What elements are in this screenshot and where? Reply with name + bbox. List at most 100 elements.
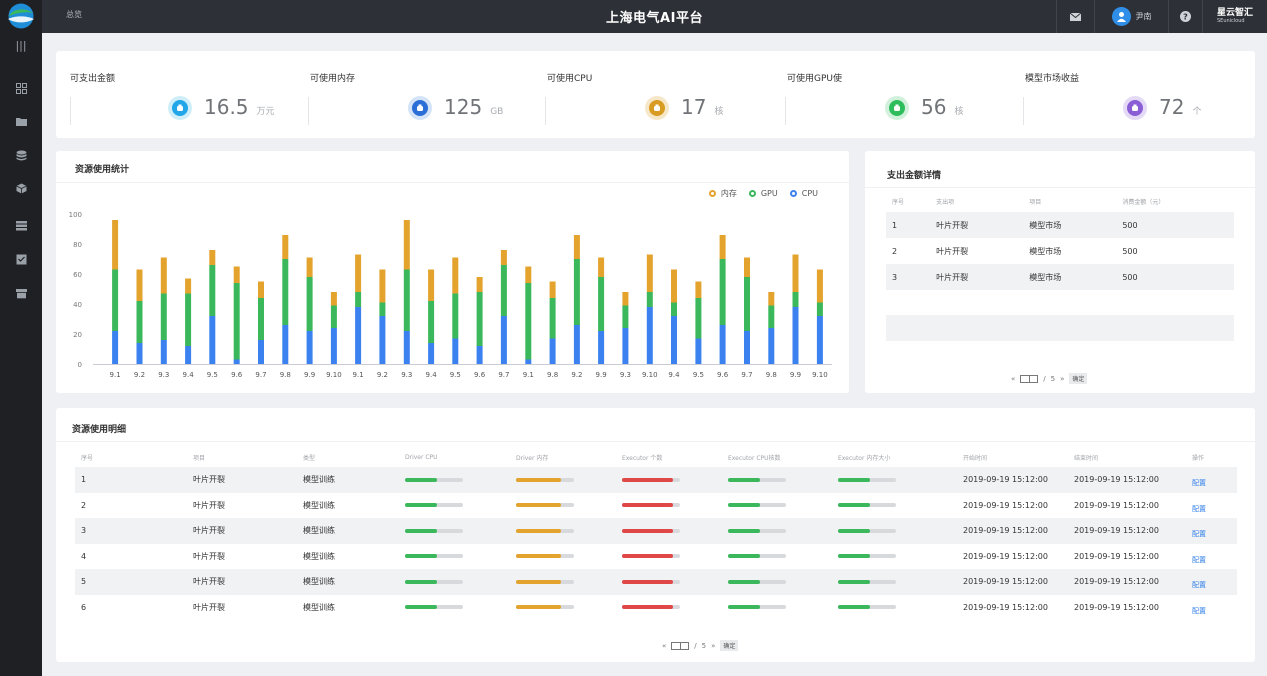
bar-CPU-19[interactable] [549,338,556,365]
bar-GPU-22[interactable] [622,305,629,329]
configure-link[interactable]: 配置 [1192,607,1206,615]
bar-CPU-25[interactable] [695,338,702,365]
bar-CPU-24[interactable] [671,316,677,364]
sidebar-item-database[interactable] [0,145,42,165]
table-row[interactable]: 4 叶片开裂 模型训练 2019-09-19 15:12:00 2019-09-19 1… [75,544,1237,570]
table-row[interactable]: 3 叶片开裂 模型训练 2019-09-19 15:12:00 2019-09-19 1… [75,518,1237,544]
sidebar-item-inbox[interactable] [0,249,42,269]
bar-GPU-21[interactable] [598,277,605,331]
bar-CPU-2[interactable] [136,343,143,364]
bar-GPU-7[interactable] [258,298,264,340]
bar-内存-10[interactable] [330,292,337,306]
sidebar-item-list[interactable] [0,215,42,235]
bar-CPU-16[interactable] [476,346,483,364]
table-row[interactable]: 3 叶片开裂 模型市场 500 [886,264,1234,290]
bar-内存-2[interactable] [136,269,143,302]
bar-GPU-15[interactable] [452,293,459,339]
bar-CPU-21[interactable] [598,331,605,364]
bar-GPU-16[interactable] [476,292,483,346]
bar-CPU-8[interactable] [282,325,289,364]
bar-CPU-12[interactable] [379,316,386,364]
bar-GPU-30[interactable] [816,302,823,317]
bar-内存-24[interactable] [671,269,677,303]
bar-内存-4[interactable] [185,278,192,294]
bar-GPU-17[interactable] [500,265,507,316]
bar-内存-16[interactable] [476,277,483,292]
bar-CPU-15[interactable] [452,338,459,365]
bar-CPU-20[interactable] [573,325,580,364]
bar-GPU-13[interactable] [403,269,410,332]
bar-内存-3[interactable] [160,257,167,294]
bar-GPU-23[interactable] [646,292,653,307]
table-row[interactable]: 2 叶片开裂 模型市场 500 [886,238,1234,264]
user-menu[interactable]: 尹南 [1094,0,1168,33]
bar-GPU-25[interactable] [695,298,702,339]
bar-CPU-27[interactable] [744,331,750,364]
help-button[interactable]: ? [1168,0,1202,33]
bar-CPU-22[interactable] [622,328,629,364]
bar-内存-12[interactable] [379,269,386,303]
confirm-page-button[interactable]: 确定 [720,640,739,651]
confirm-page-button[interactable]: 确定 [1069,373,1088,384]
bar-CPU-28[interactable] [768,328,775,364]
bar-CPU-18[interactable] [525,359,532,365]
menu-toggle-icon[interactable]: ||| [12,40,30,52]
bar-内存-23[interactable] [646,254,653,293]
bar-GPU-24[interactable] [671,302,677,317]
bar-GPU-5[interactable] [209,265,216,316]
bar-GPU-29[interactable] [792,292,799,307]
prev-page-button[interactable]: « [662,642,666,650]
bar-内存-25[interactable] [695,281,702,299]
bar-CPU-10[interactable] [330,328,337,364]
bar-GPU-9[interactable] [306,277,313,331]
bar-内存-28[interactable] [768,292,775,306]
bar-GPU-4[interactable] [185,293,192,347]
bar-内存-7[interactable] [258,281,264,299]
table-row[interactable]: 1 叶片开裂 模型市场 500 [886,212,1234,238]
table-row[interactable]: 2 叶片开裂 模型训练 2019-09-19 15:12:00 2019-09-19 1… [75,493,1237,519]
sidebar-item-folder[interactable] [0,111,42,131]
configure-link[interactable]: 配置 [1192,505,1206,513]
bar-GPU-28[interactable] [768,305,775,329]
bar-内存-8[interactable] [282,235,289,259]
bar-GPU-8[interactable] [282,259,289,325]
bar-GPU-3[interactable] [160,293,167,341]
bar-内存-30[interactable] [816,269,823,303]
bar-GPU-27[interactable] [744,277,750,331]
bar-内存-1[interactable] [112,220,119,270]
bar-CPU-3[interactable] [160,340,167,364]
bar-CPU-17[interactable] [500,316,507,364]
bar-CPU-6[interactable] [233,359,240,365]
bar-内存-27[interactable] [744,257,750,278]
bar-GPU-14[interactable] [428,301,435,343]
bar-CPU-29[interactable] [792,307,799,364]
bar-内存-15[interactable] [452,257,459,294]
bar-内存-18[interactable] [525,266,532,284]
bar-内存-21[interactable] [598,257,605,278]
bar-CPU-5[interactable] [209,316,216,364]
configure-link[interactable]: 配置 [1192,556,1206,564]
bar-内存-13[interactable] [403,220,410,270]
bar-GPU-2[interactable] [136,301,143,343]
bar-GPU-12[interactable] [379,302,386,317]
bar-GPU-11[interactable] [355,292,362,307]
sidebar-item-dashboard[interactable] [0,78,42,98]
bar-GPU-1[interactable] [112,269,119,332]
page-input[interactable] [671,641,690,650]
configure-link[interactable]: 配置 [1192,581,1206,589]
configure-link[interactable]: 配置 [1192,479,1206,487]
table-row[interactable]: 1 叶片开裂 模型训练 2019-09-19 15:12:00 2019-09-19 1… [75,467,1237,493]
bar-GPU-20[interactable] [573,259,580,325]
page-input[interactable] [1020,374,1039,383]
sidebar-item-cube[interactable] [0,178,42,198]
bar-内存-11[interactable] [355,254,362,293]
bar-内存-20[interactable] [573,235,580,259]
bar-CPU-26[interactable] [719,325,726,364]
bar-内存-29[interactable] [792,254,799,293]
bar-内存-9[interactable] [306,257,313,278]
bar-CPU-9[interactable] [306,331,313,364]
bar-CPU-14[interactable] [428,343,435,364]
next-page-button[interactable]: » [711,642,715,650]
bar-内存-6[interactable] [233,266,240,284]
bar-CPU-11[interactable] [355,307,362,364]
